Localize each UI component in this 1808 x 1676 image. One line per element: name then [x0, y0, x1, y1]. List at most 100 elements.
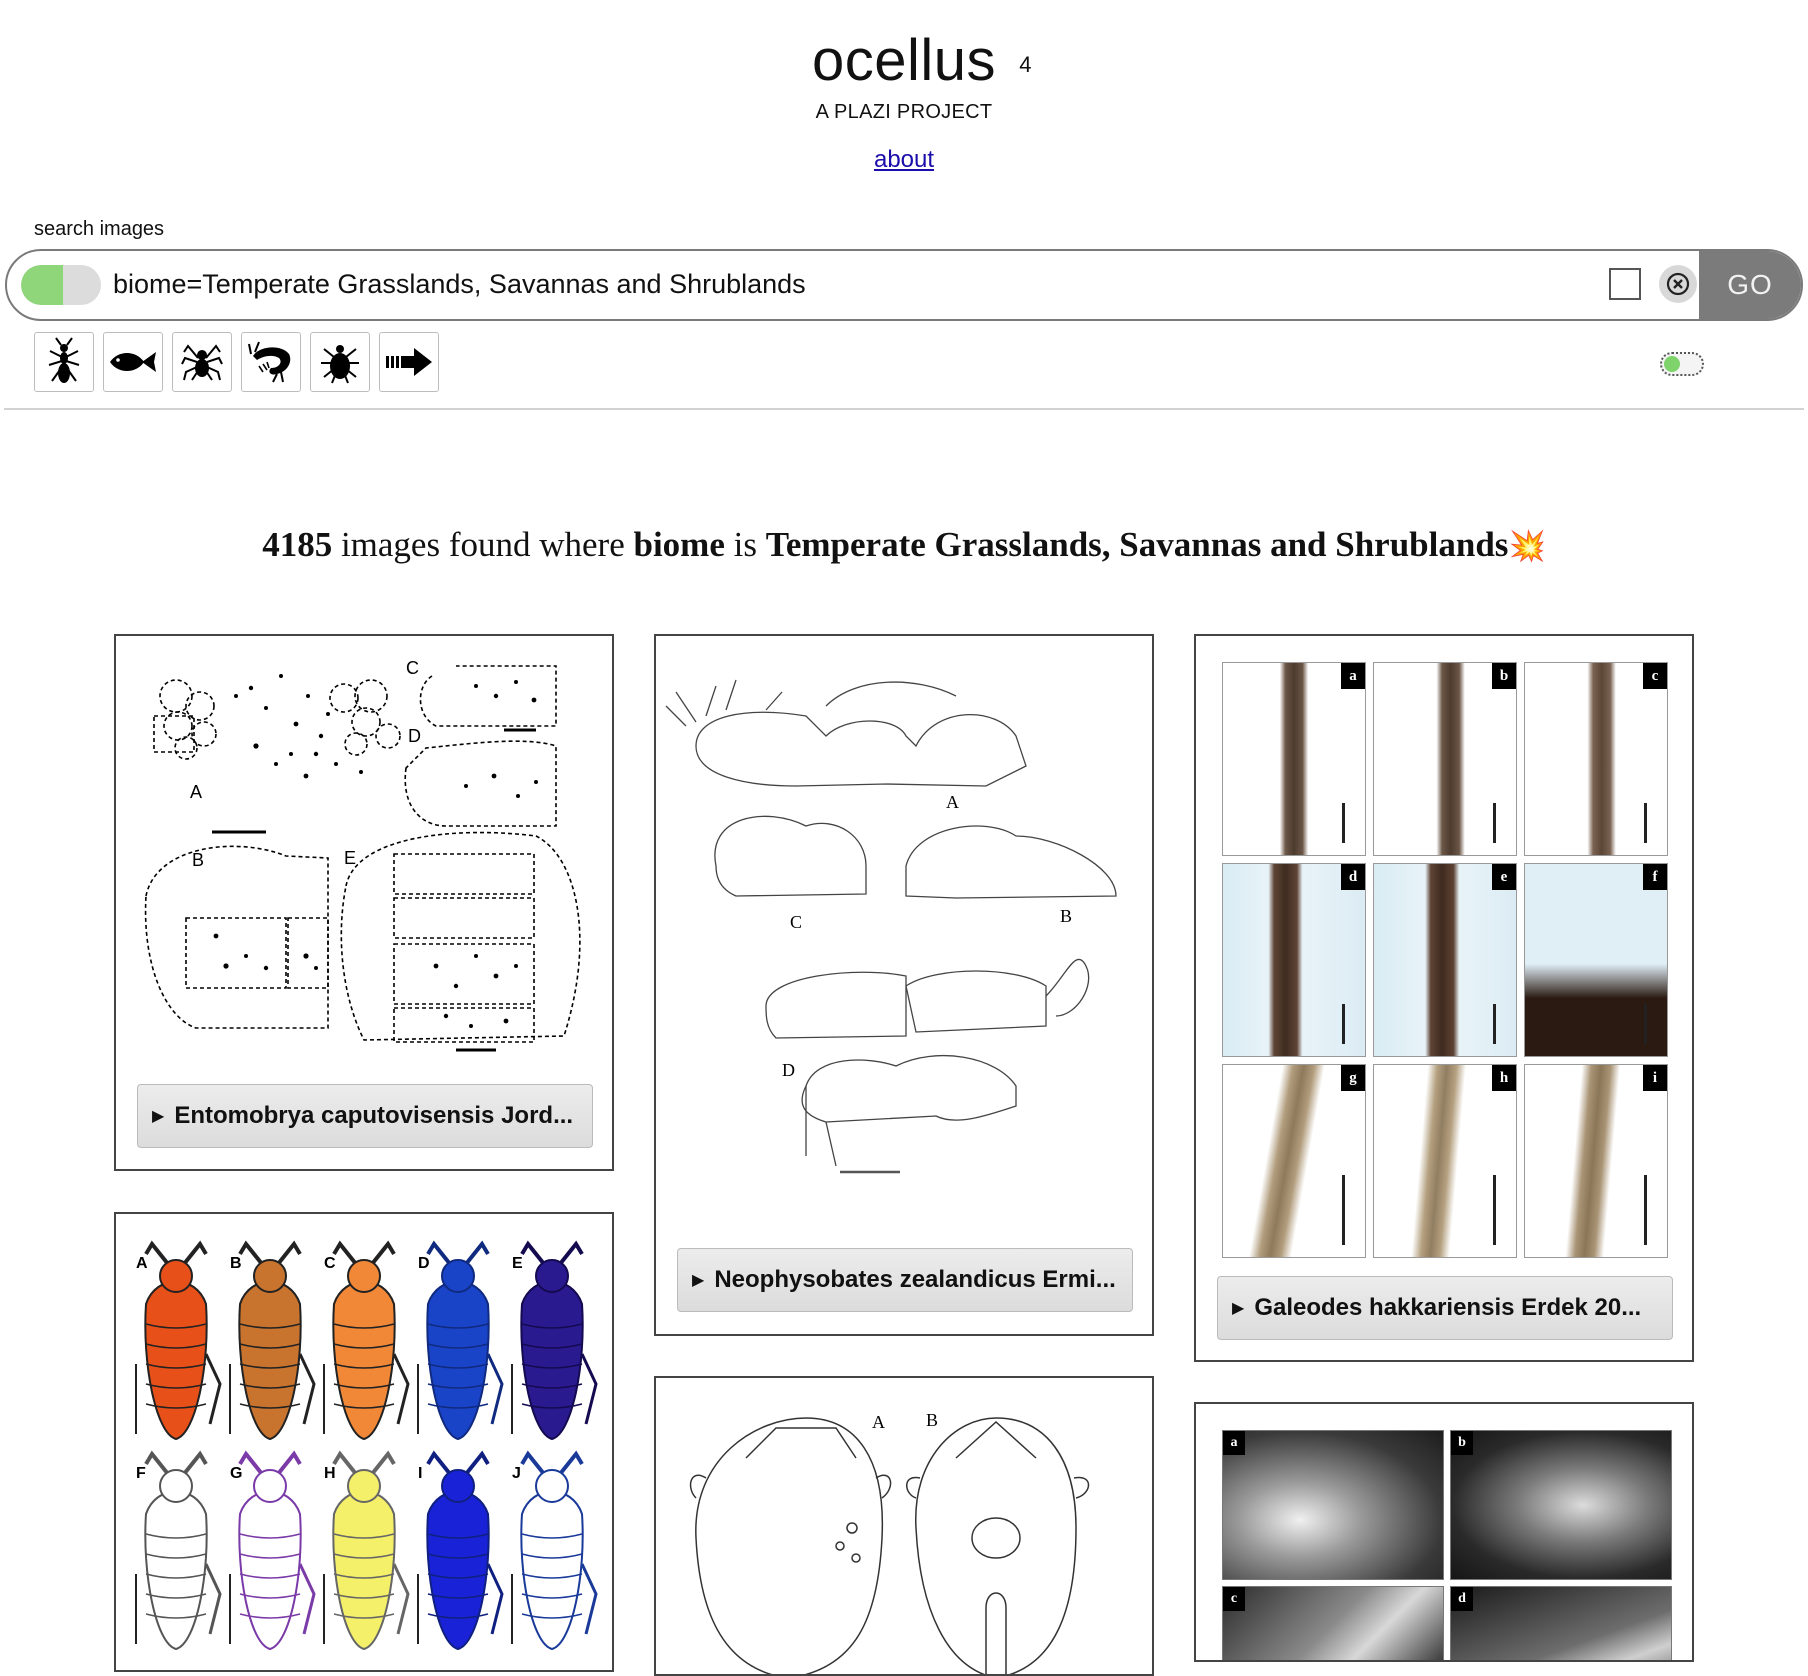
scale-bar: [1342, 803, 1345, 843]
figure-image: A B: [689, 1410, 1090, 1674]
app-subtitle: A PLAZI PROJECT: [815, 101, 993, 123]
fish-filter-button[interactable]: [103, 332, 163, 392]
go-button[interactable]: GO: [1699, 251, 1801, 319]
specimen-drawing: C: [323, 1240, 410, 1441]
more-filter-button[interactable]: [379, 332, 439, 392]
panel-label: d: [1451, 1587, 1473, 1611]
shrimp-icon: [248, 341, 291, 383]
spark-icon: 💥: [1508, 530, 1546, 563]
results-field: biome: [633, 525, 725, 564]
photo-panel: a: [1222, 1430, 1444, 1580]
specimen-letter: D: [418, 1255, 430, 1272]
card-caption[interactable]: ▶ Galeodes hakkariensis Erdek 20...: [1217, 1276, 1673, 1340]
scale-bar: [1493, 1004, 1496, 1044]
photo-panel: h: [1373, 1064, 1517, 1258]
specimen-drawing: I: [417, 1450, 504, 1651]
card-caption[interactable]: ▶ Entomobrya caputovisensis Jord...: [137, 1084, 593, 1148]
result-card[interactable]: a b c d: [1194, 1402, 1694, 1662]
tick-icon: [321, 345, 359, 384]
disclosure-triangle-icon: ▶: [692, 1272, 705, 1289]
specimen-letter: H: [324, 1465, 336, 1482]
svg-text:C: C: [406, 658, 419, 678]
panel-label: a: [1223, 1431, 1245, 1455]
photo-panel: c: [1222, 1586, 1444, 1660]
search-mode-toggle[interactable]: [21, 265, 101, 305]
brand-header: ocellus 4: [0, 26, 1808, 96]
card-caption[interactable]: ▶ Neophysobates zealandicus Ermi...: [677, 1248, 1133, 1312]
search-checkbox[interactable]: [1609, 268, 1641, 300]
specimen-drawing: A: [135, 1240, 222, 1441]
photo-panel: d: [1450, 1586, 1672, 1660]
photo-panel: e: [1373, 863, 1517, 1057]
circle-x-icon: [1666, 272, 1690, 296]
specimen-letter: J: [512, 1465, 521, 1482]
specimen-drawing: E: [511, 1240, 598, 1441]
panel-label: b: [1492, 663, 1516, 689]
svg-text:A: A: [946, 792, 959, 812]
panel-label: f: [1643, 864, 1667, 890]
ant-icon: [48, 337, 80, 383]
settings-toggle[interactable]: [1660, 352, 1704, 376]
disclosure-triangle-icon: ▶: [1232, 1300, 1245, 1317]
panel-label: a: [1341, 663, 1365, 689]
specimen-letter: E: [512, 1255, 523, 1272]
result-card[interactable]: A B C D E ▶ Entomobrya caputovisensis Jo…: [114, 634, 614, 1171]
result-card[interactable]: A B: [654, 1376, 1154, 1676]
result-card[interactable]: A B C D E F G H I J: [114, 1212, 614, 1672]
svg-text:B: B: [192, 850, 204, 870]
search-bar: biome=Temperate Grasslands, Savannas and…: [5, 249, 1803, 321]
svg-text:B: B: [1060, 906, 1072, 926]
insect-filter-button[interactable]: [34, 332, 94, 392]
results-value: Temperate Grasslands, Savannas and Shrub…: [765, 525, 1509, 564]
photo-panel: b: [1450, 1430, 1672, 1580]
svg-text:A: A: [190, 782, 202, 802]
svg-text:D: D: [782, 1060, 795, 1080]
figure-image: A B C D E: [144, 658, 581, 1052]
result-card[interactable]: A B C D ▶ Neophysobates zealandicus Ermi…: [654, 634, 1154, 1336]
specimen-drawing: J: [511, 1450, 598, 1651]
photo-panel: f: [1524, 863, 1668, 1057]
specimen-letter: F: [136, 1465, 146, 1482]
search-label: search images: [34, 218, 165, 240]
spider-filter-button[interactable]: [172, 332, 232, 392]
search-input[interactable]: biome=Temperate Grasslands, Savannas and…: [113, 269, 806, 300]
results-count: 4185: [262, 525, 333, 564]
version-superscript: 4: [1019, 52, 1033, 77]
scale-bar: [1644, 803, 1647, 843]
fish-icon: [110, 352, 156, 372]
about-link[interactable]: about: [874, 146, 934, 173]
figure-image: A B C D: [665, 679, 1117, 1174]
svg-text:D: D: [408, 726, 421, 746]
panel-label: e: [1492, 864, 1516, 890]
svg-text:A: A: [872, 1412, 885, 1432]
app-title: ocellus 4: [812, 26, 1032, 96]
specimen-letter: B: [230, 1255, 242, 1272]
panel-label: b: [1451, 1431, 1473, 1455]
scale-bar: [1644, 1175, 1647, 1245]
specimen-drawing: D: [417, 1240, 504, 1441]
photo-panel: i: [1524, 1064, 1668, 1258]
photo-panel: a: [1222, 662, 1366, 856]
specimen-letter: C: [324, 1255, 336, 1272]
tick-filter-button[interactable]: [310, 332, 370, 392]
photo-panel: g: [1222, 1064, 1366, 1258]
result-card[interactable]: a b c d e f g h i ▶ Galeodes hakkariensis Erdek …: [1194, 634, 1694, 1362]
spider-icon: [181, 344, 223, 381]
specimen-letter: A: [136, 1255, 148, 1272]
scale-bar: [1644, 1004, 1647, 1044]
specimen-drawing: H: [323, 1450, 410, 1651]
photo-panel: d: [1222, 863, 1366, 1057]
specimen-drawing: F: [135, 1450, 222, 1651]
svg-text:B: B: [926, 1410, 938, 1430]
clear-search-button[interactable]: [1659, 265, 1697, 303]
figure-image: A B C D E F G H I J: [135, 1240, 598, 1651]
disclosure-triangle-icon: ▶: [152, 1108, 165, 1125]
scale-bar: [1493, 1175, 1496, 1245]
svg-text:E: E: [344, 848, 356, 868]
panel-label: h: [1492, 1065, 1516, 1091]
arrow-right-icon: [386, 348, 432, 376]
shrimp-filter-button[interactable]: [241, 332, 301, 392]
panel-label: i: [1643, 1065, 1667, 1091]
specimen-drawing: G: [229, 1450, 316, 1651]
panel-label: d: [1341, 864, 1365, 890]
